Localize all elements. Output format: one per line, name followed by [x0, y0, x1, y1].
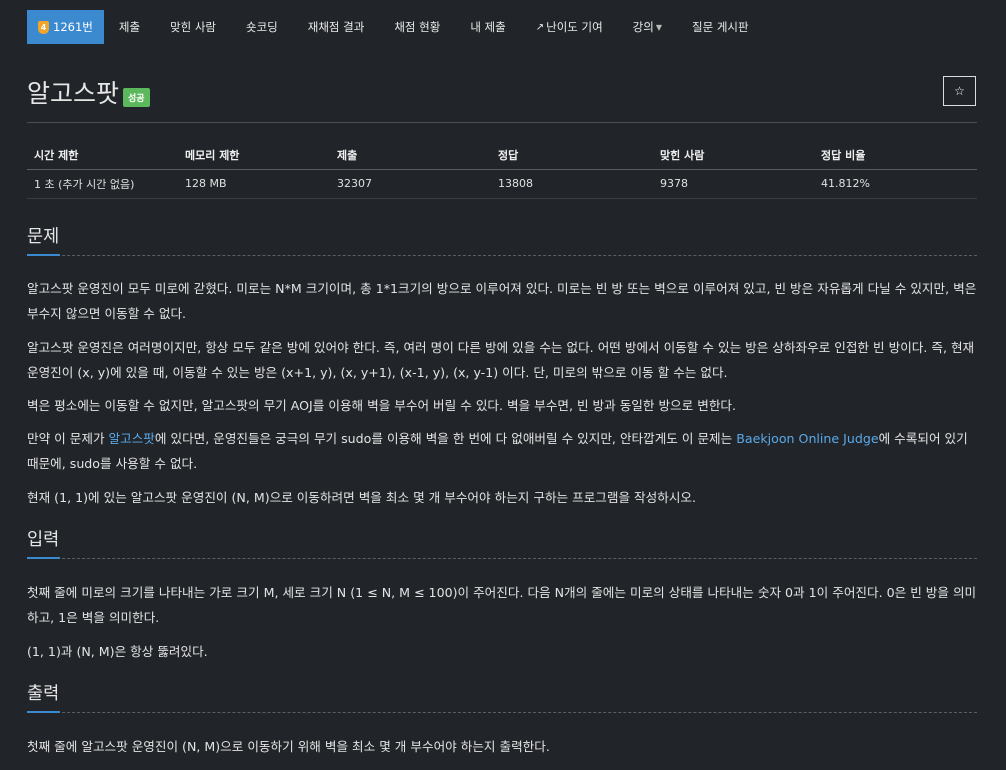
problem-paragraph-4: 만약 이 문제가 알고스팟에 있다면, 운영진들은 궁극의 무기 sudo를 이…: [27, 426, 977, 476]
accepted-value: 13808: [491, 169, 653, 199]
nav-qna-board[interactable]: 질문 게시판: [677, 10, 764, 44]
header-accepted: 정답: [491, 142, 653, 170]
nav-difficulty-contribution[interactable]: ↗ 난이도 기여: [521, 10, 618, 44]
input-section-header: 입력: [27, 527, 977, 559]
nav-difficulty-label: 난이도 기여: [546, 20, 603, 34]
nav-my-submissions[interactable]: 내 제출: [455, 10, 520, 44]
problem-paragraph-2: 알고스팟 운영진은 여러명이지만, 항상 모두 같은 방에 있어야 한다. 즉,…: [27, 340, 975, 380]
star-icon: ☆: [954, 84, 965, 98]
section-underline: [27, 711, 60, 713]
header-accept-ratio: 정답 비율: [814, 142, 977, 170]
problem-p4-text-a: 만약 이 문제가: [27, 431, 109, 446]
chevron-down-icon: ▼: [655, 22, 662, 32]
output-paragraph-1: 첫째 줄에 알고스팟 운영진이 (N, M)으로 이동하기 위해 벽을 최소 몇…: [27, 739, 550, 754]
title-row: 알고스팟 성공: [27, 74, 150, 110]
external-link-icon: ↗: [535, 21, 545, 33]
nav-short-coding[interactable]: 숏코딩: [231, 10, 293, 44]
problem-paragraph-1: 알고스팟 운영진이 모두 미로에 갇혔다. 미로는 N*M 크기이며, 총 1*…: [27, 281, 977, 321]
nav-lectures[interactable]: 강의 ▼: [618, 10, 677, 44]
nav-submit[interactable]: 제출: [104, 10, 155, 44]
problem-paragraph-5: 현재 (1, 1)에 있는 알고스팟 운영진이 (N, M)으로 이동하려면 벽…: [27, 490, 696, 505]
submissions-value: 32307: [330, 169, 491, 199]
problem-section-header: 문제: [27, 224, 977, 256]
section-title-input: 입력: [27, 530, 60, 550]
status-badge: 성공: [123, 87, 150, 107]
accept-ratio-value: 41.812%: [814, 169, 977, 199]
input-paragraph-2: (1, 1)과 (N, M)은 항상 뚫려있다.: [27, 644, 208, 659]
header-memory-limit: 메모리 제한: [178, 142, 330, 170]
favorite-star-button[interactable]: ☆: [943, 76, 976, 106]
nav-lectures-label: 강의: [632, 20, 654, 34]
header-solved-users: 맞힌 사람: [653, 142, 814, 170]
boj-link[interactable]: Baekjoon Online Judge: [736, 431, 878, 446]
memory-limit-value: 128 MB: [178, 169, 330, 199]
nav-problem-number[interactable]: 4 1261번: [27, 10, 104, 44]
problem-info-table: 시간 제한 메모리 제한 제출 정답 맞힌 사람 정답 비율 1 초 (추가 시…: [27, 142, 977, 199]
nav-problem-number-label: 1261번: [53, 20, 93, 34]
section-title-output: 출력: [27, 684, 60, 704]
nav-rejudge-results[interactable]: 재채점 결과: [293, 10, 380, 44]
tier-icon: 4: [38, 20, 49, 34]
section-header: 문제: [27, 224, 977, 256]
section-title-problem: 문제: [27, 227, 60, 247]
divider: [27, 122, 977, 123]
algospot-link[interactable]: 알고스팟: [109, 431, 155, 446]
time-limit-value: 1 초 (추가 시간 없음): [27, 169, 178, 199]
problem-p4-text-b: 에 있다면, 운영진들은 궁극의 무기 sudo를 이용해 벽을 한 번에 다 …: [154, 431, 737, 446]
section-underline: [27, 254, 60, 256]
input-paragraph-1: 첫째 줄에 미로의 크기를 나타내는 가로 크기 M, 세로 크기 N (1 ≤…: [27, 585, 977, 625]
table-header-row: 시간 제한 메모리 제한 제출 정답 맞힌 사람 정답 비율: [27, 142, 977, 170]
section-header: 입력: [27, 527, 977, 559]
problem-nav: 4 1261번 제출 맞힌 사람 숏코딩 재채점 결과 채점 현황 내 제출 ↗…: [27, 10, 764, 44]
problem-paragraph-3: 벽은 평소에는 이동할 수 없지만, 알고스팟의 무기 AOJ를 이용해 벽을 …: [27, 398, 736, 413]
header-time-limit: 시간 제한: [27, 142, 178, 170]
table-row: 1 초 (추가 시간 없음) 128 MB 32307 13808 9378 4…: [27, 169, 977, 199]
header-submissions: 제출: [330, 142, 491, 170]
output-section-header: 출력: [27, 681, 977, 713]
problem-title: 알고스팟: [27, 79, 120, 108]
nav-status[interactable]: 채점 현황: [379, 10, 455, 44]
section-header: 출력: [27, 681, 977, 713]
solved-users-value: 9378: [653, 169, 814, 199]
nav-solved-users[interactable]: 맞힌 사람: [155, 10, 231, 44]
section-underline: [27, 557, 60, 559]
